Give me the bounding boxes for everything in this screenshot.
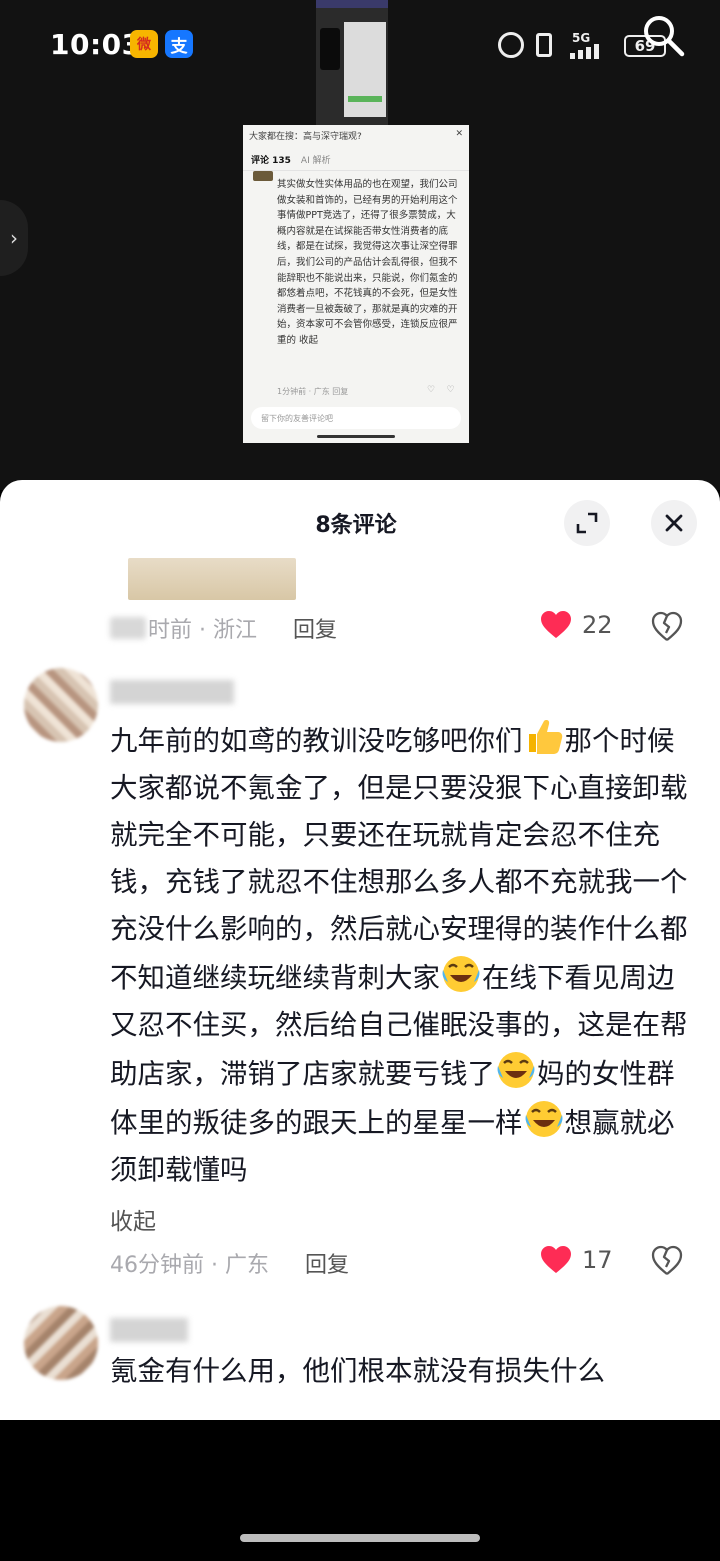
blurred-text xyxy=(110,617,146,639)
comment-meta: 时前 · 浙江 回复 xyxy=(110,612,337,644)
avatar[interactable] xyxy=(24,1306,98,1380)
status-time: 10:03 xyxy=(50,28,142,61)
expand-icon xyxy=(576,512,598,534)
signal-icon xyxy=(570,44,599,59)
like-count: 22 xyxy=(582,611,613,639)
screenshot-meta: 1分钟前 · 广东 回复 xyxy=(277,387,349,396)
comment-text: 九年前的如鸢的教训没吃够吧你们 那个时候大家都说不氪金了，但是只要没狠下心直接卸载… xyxy=(110,716,690,1194)
alarm-icon xyxy=(498,32,524,58)
heart-icon: ♡ ♡ xyxy=(427,385,455,395)
comment-time: 46分钟前 · 广东 xyxy=(110,1253,269,1278)
laugh-cry-emoji xyxy=(442,956,480,992)
laugh-cry-emoji xyxy=(525,1101,562,1137)
screenshot-tab-comments: 评论 135 xyxy=(251,156,291,166)
laugh-cry-emoji xyxy=(497,1052,535,1088)
screenshot-image: 大家都在搜：高与深守瑞观? ✕ 评论 135 AI 解析 其实做女性实体用品的也… xyxy=(243,125,469,443)
video-area[interactable]: 10:03 微 支 5G 69 › 大家都在搜：高与深守瑞观? ✕ 评论 135… xyxy=(0,0,720,490)
close-icon: ✕ xyxy=(455,129,463,139)
comment-text-part: 九年前的如鸢的教训没吃够吧你们 xyxy=(110,725,523,757)
screenshot-input: 留下你的友善评论吧 xyxy=(251,407,461,429)
comment-time: 时前 · 浙江 xyxy=(148,618,257,643)
username-blurred[interactable] xyxy=(110,680,234,704)
broken-heart-icon[interactable] xyxy=(651,611,683,643)
collapse-link[interactable]: 收起 xyxy=(110,1202,156,1236)
screenshot-home-bar xyxy=(317,435,395,438)
username-blurred[interactable] xyxy=(110,1318,188,1342)
screenshot-header: 大家都在搜：高与深守瑞观? xyxy=(249,132,362,142)
expand-button[interactable] xyxy=(564,500,610,546)
alipay-icon: 支 xyxy=(165,30,193,58)
heart-icon xyxy=(541,611,571,638)
comment-text-part: 氪金有什么用，他们根本就没有损失什么 xyxy=(110,1355,605,1387)
comment-sticker-image[interactable] xyxy=(128,558,296,600)
search-icon[interactable] xyxy=(640,12,686,58)
avatar[interactable] xyxy=(24,668,98,742)
screenshot-tab-ai: AI 解析 xyxy=(300,156,331,166)
comment-meta: 46分钟前 · 广东 回复 xyxy=(110,1247,349,1279)
video-thumbnail-top xyxy=(316,0,388,125)
vibrate-icon xyxy=(536,33,552,57)
network-type: 5G xyxy=(572,31,591,45)
heart-icon xyxy=(541,1246,571,1273)
comment-text-part: 那个时候大家都说不氪金了，但是只要没狠下心直接卸载就完全不可能，只要还在玩就肯定… xyxy=(110,725,688,994)
reply-button[interactable]: 回复 xyxy=(305,1247,349,1279)
close-icon xyxy=(665,514,683,532)
chevron-right-icon[interactable]: › xyxy=(0,200,28,276)
close-button[interactable] xyxy=(651,500,697,546)
bottom-bar xyxy=(0,1420,720,1561)
screenshot-comment-text: 其实做女性实体用品的也在观望，我们公司做女装和首饰的，已经有男的开始利用这个事情… xyxy=(277,179,458,346)
like-button[interactable]: 17 xyxy=(540,1245,613,1275)
comment-panel: 8条评论 时前 · 浙江 回复 22 九年前的如鸢的教训没吃够吧你们 那个时候大家… xyxy=(0,480,720,1420)
reply-button[interactable]: 回复 xyxy=(293,612,337,644)
like-count: 17 xyxy=(582,1246,613,1274)
weibo-icon: 微 xyxy=(130,30,158,58)
home-indicator[interactable] xyxy=(240,1534,480,1542)
comment-text: 氪金有什么用，他们根本就没有损失什么 xyxy=(110,1348,690,1395)
screenshot-avatar xyxy=(253,171,273,181)
broken-heart-icon[interactable] xyxy=(651,1245,683,1277)
like-button[interactable]: 22 xyxy=(540,610,613,640)
thumbs-up-emoji xyxy=(528,720,562,754)
